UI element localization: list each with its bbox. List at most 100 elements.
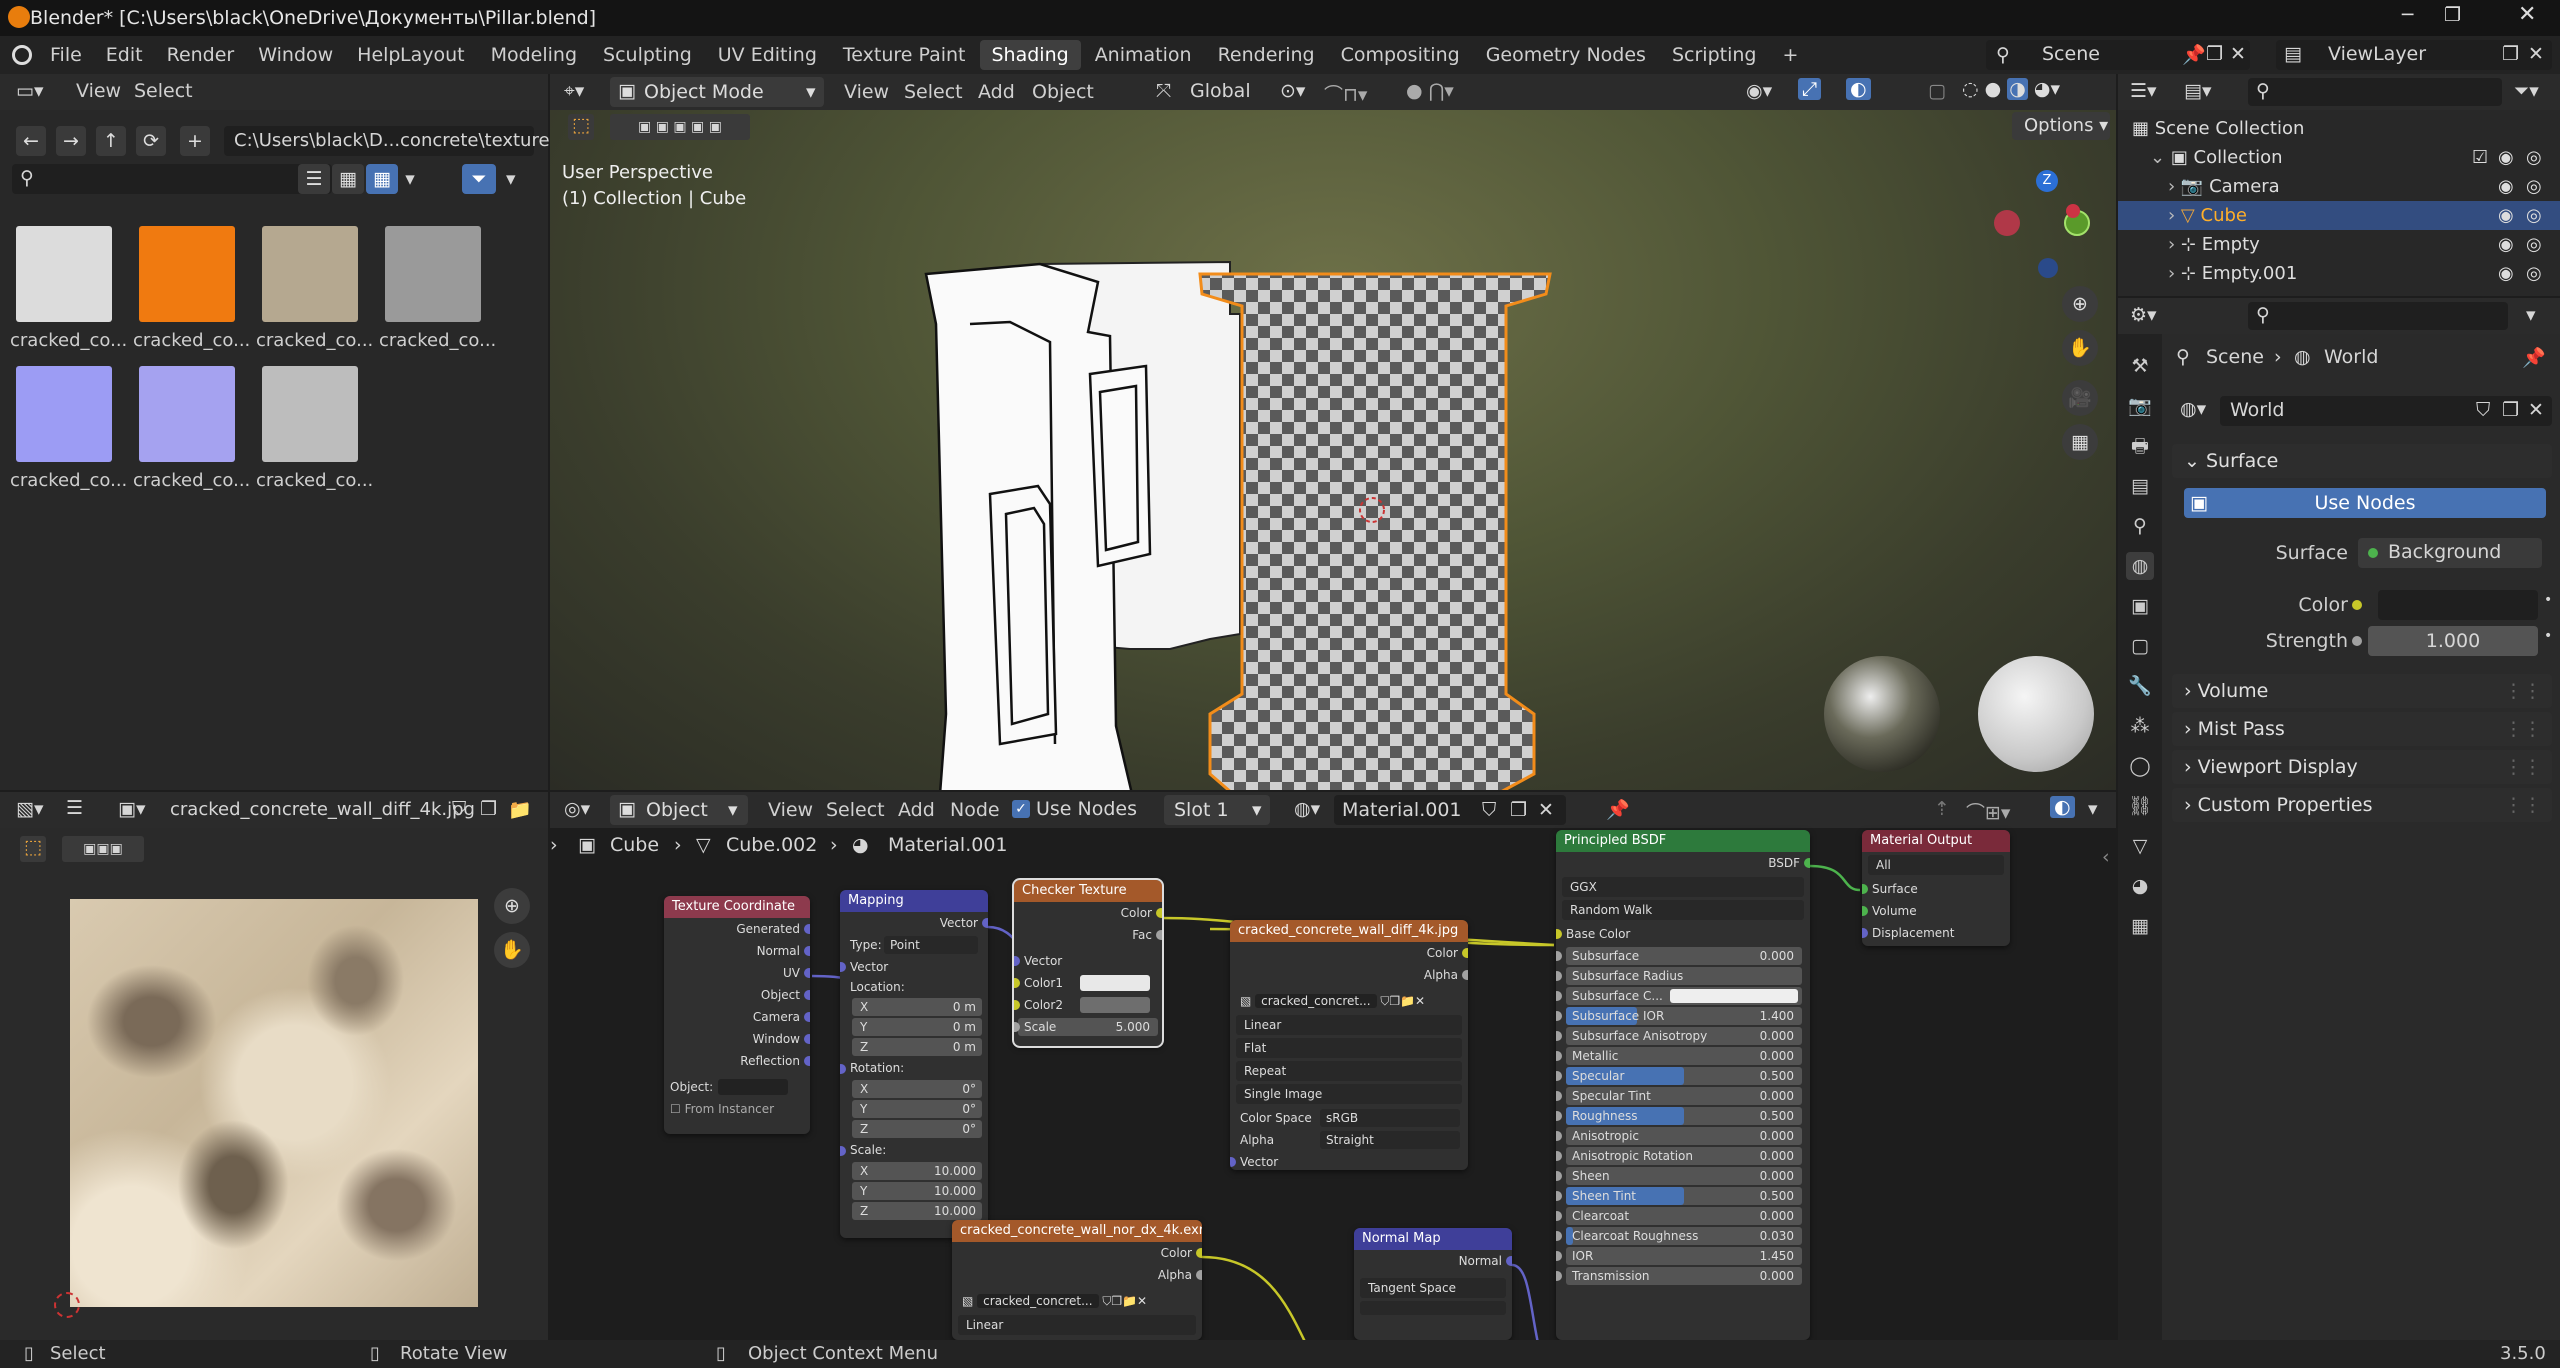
- image-name-field[interactable]: cracked_concret...: [977, 1294, 1099, 1308]
- editor-type-icon[interactable]: ▭▾: [16, 80, 44, 102]
- thumbnails-icon[interactable]: ▦: [366, 164, 398, 194]
- tab-compositing[interactable]: Compositing: [1329, 40, 1472, 70]
- keyframe-dot-icon[interactable]: •: [2544, 628, 2552, 644]
- minimize-icon[interactable]: ─: [2402, 4, 2413, 26]
- scale-label-row[interactable]: Scale:: [840, 1140, 988, 1160]
- display-mode-icon[interactable]: ▤▾: [2184, 80, 2212, 102]
- scene-selector[interactable]: ⚲ Scene 📌 ❐ ✕: [1986, 40, 2250, 70]
- pin-icon[interactable]: 📌: [2182, 43, 2206, 66]
- z-axis-icon[interactable]: Z: [2036, 170, 2058, 192]
- zoom-icon[interactable]: ⊕: [494, 888, 530, 924]
- tab-uv-editing[interactable]: UV Editing: [706, 40, 829, 70]
- properties-tab-world-icon[interactable]: ◍: [2126, 552, 2154, 580]
- scl-field[interactable]: Y 10.000: [852, 1182, 982, 1200]
- vertical-list-icon[interactable]: ☰: [298, 164, 330, 194]
- outliner-item[interactable]: ⌄ ▣ Collection ◉ ◎ ☑: [2118, 143, 2560, 172]
- bsdf-input-field[interactable]: Metallic 0.000: [1556, 1047, 1802, 1065]
- socket-input-vector[interactable]: Vector: [1230, 1151, 1468, 1170]
- back-icon[interactable]: ←: [16, 126, 46, 156]
- render-camera-icon[interactable]: ◎: [2526, 259, 2542, 288]
- extension-select[interactable]: Repeat: [1236, 1061, 1462, 1081]
- target-select[interactable]: All: [1868, 855, 2004, 875]
- color2-swatch[interactable]: [1080, 997, 1150, 1013]
- keyframe-dot-icon[interactable]: •: [2544, 592, 2552, 608]
- visibility-eye-icon[interactable]: ◉: [2498, 201, 2514, 230]
- image-name[interactable]: cracked_concrete_wall_diff_4k.jpg: [170, 799, 475, 820]
- properties-tab-render-icon[interactable]: 📷: [2126, 392, 2154, 420]
- outliner-type-icon[interactable]: ☰▾: [2130, 80, 2157, 102]
- alpha-row[interactable]: Alpha Straight: [1230, 1129, 1468, 1151]
- bsdf-input-field[interactable]: Specular Tint 0.000: [1556, 1087, 1802, 1105]
- delete-view-layer-icon[interactable]: ✕: [2528, 43, 2544, 65]
- bsdf-input-field[interactable]: Clearcoat Roughness 0.030: [1556, 1227, 1802, 1245]
- menu-icon[interactable]: ☰: [66, 797, 83, 819]
- file-thumbnail[interactable]: cracked_co...: [379, 226, 499, 356]
- distribution-select[interactable]: GGX: [1562, 877, 1804, 897]
- view-mode-icon[interactable]: ▣▾: [118, 798, 146, 820]
- selection-mode-icons[interactable]: ▣▣▣: [62, 836, 144, 862]
- image-browse-icon[interactable]: ▧: [962, 1294, 973, 1308]
- socket-input-surface[interactable]: Surface: [1862, 878, 2010, 900]
- socket-input-volume[interactable]: Volume: [1862, 900, 2010, 922]
- socket-input-displacement[interactable]: Displacement: [1862, 922, 2010, 944]
- world-browse-icon[interactable]: ◍▾: [2180, 398, 2206, 420]
- new-view-layer-icon[interactable]: ❐: [2502, 43, 2519, 65]
- node-mapping[interactable]: Mapping Vector Type: Point Vector Locati…: [840, 890, 988, 1238]
- color-swatch[interactable]: [2378, 590, 2538, 620]
- type-select[interactable]: Point: [884, 936, 978, 954]
- fake-user-icon[interactable]: ⛉: [452, 798, 466, 820]
- scl-field[interactable]: X 10.000: [852, 1162, 982, 1180]
- color-space-select[interactable]: sRGB: [1320, 1109, 1460, 1127]
- socket-output[interactable]: Reflection: [664, 1050, 810, 1072]
- projection-select[interactable]: Flat: [1236, 1038, 1462, 1058]
- x-axis-icon[interactable]: [1994, 210, 2020, 236]
- bsdf-input-field[interactable]: Subsurface Anisotropy 0.000: [1556, 1027, 1802, 1045]
- socket-output[interactable]: Generated: [664, 918, 810, 940]
- horizontal-list-icon[interactable]: ▦: [332, 164, 364, 194]
- loc-field[interactable]: Z 0 m: [852, 1038, 982, 1056]
- zoom-view-icon[interactable]: ⊕: [2062, 286, 2098, 322]
- new-image-icon[interactable]: ❐: [480, 798, 497, 820]
- pan-icon[interactable]: ✋: [494, 932, 530, 968]
- drag-handle-icon[interactable]: ⋮⋮: [2504, 750, 2542, 784]
- image-selector[interactable]: ▧ cracked_concret... ⛉❐📁✕: [1230, 990, 1468, 1012]
- bsdf-input-field[interactable]: Roughness 0.500: [1556, 1107, 1802, 1125]
- image-actions-icon[interactable]: ⛉❐📁✕: [1380, 994, 1425, 1008]
- socket-output-alpha[interactable]: Alpha: [1230, 964, 1468, 986]
- image-selector[interactable]: ▧ cracked_concret... ⛉❐📁✕: [952, 1290, 1202, 1312]
- properties-tab-tool-icon[interactable]: ⚒: [2126, 352, 2154, 380]
- render-camera-icon[interactable]: ◎: [2526, 143, 2542, 172]
- blender-menu-icon[interactable]: [12, 45, 32, 65]
- socket-output[interactable]: Object: [664, 984, 810, 1006]
- duplicate-world-icon[interactable]: ❐: [2502, 399, 2519, 421]
- properties-tab-output-icon[interactable]: 🖶: [2126, 432, 2154, 460]
- sss-method-select[interactable]: Random Walk: [1562, 900, 1804, 920]
- node-texture-coordinate[interactable]: Texture Coordinate Generated Normal UV Obje…: [664, 896, 810, 1134]
- fb-menu-select[interactable]: Select: [122, 76, 205, 106]
- properties-tab-scene-icon[interactable]: ⚲: [2126, 512, 2154, 540]
- maximize-icon[interactable]: ❐: [2444, 4, 2461, 26]
- outliner-item[interactable]: › ⊹ Empty.001 ◉ ◎: [2118, 259, 2560, 288]
- bsdf-input-field[interactable]: Subsurface C...: [1556, 987, 1802, 1005]
- tab-geometry-nodes[interactable]: Geometry Nodes: [1474, 40, 1658, 70]
- bsdf-input-field[interactable]: Subsurface IOR 1.400: [1556, 1007, 1802, 1025]
- scale-field[interactable]: Scale 5.000: [1014, 1018, 1158, 1036]
- socket-output-bsdf[interactable]: BSDF: [1556, 852, 1810, 874]
- view-layer-selector[interactable]: ▤ ViewLayer ❐ ✕: [2276, 40, 2552, 70]
- render-camera-icon[interactable]: ◎: [2526, 230, 2542, 259]
- image-name-field[interactable]: cracked_concret...: [1255, 994, 1377, 1008]
- chevron-right-icon[interactable]: ›: [2168, 263, 2181, 284]
- menu-edit[interactable]: Edit: [94, 40, 155, 70]
- node-editor[interactable]: ◎▾ ▣ Object ▾ View Select Add Node ✓ Use…: [550, 792, 2116, 1340]
- node-normal-map[interactable]: Normal Map Normal Tangent Space: [1354, 1228, 1512, 1340]
- color-space-row[interactable]: Color Space sRGB: [1230, 1107, 1468, 1129]
- file-thumbnail[interactable]: cracked_co...: [10, 366, 130, 496]
- neg-x-axis-icon[interactable]: [2066, 204, 2080, 218]
- delete-scene-icon[interactable]: ✕: [2230, 43, 2246, 65]
- 3d-viewport[interactable]: ⌖▾ ▣ Object Mode ▾ View Select Add Objec…: [550, 74, 2116, 790]
- camera-view-icon[interactable]: 🎥: [2062, 380, 2098, 416]
- properties-tab-data-icon[interactable]: ▽: [2126, 832, 2154, 860]
- render-camera-icon[interactable]: ◎: [2526, 201, 2542, 230]
- open-image-icon[interactable]: 📁: [508, 798, 532, 821]
- filter-icon[interactable]: ⏷: [462, 164, 496, 194]
